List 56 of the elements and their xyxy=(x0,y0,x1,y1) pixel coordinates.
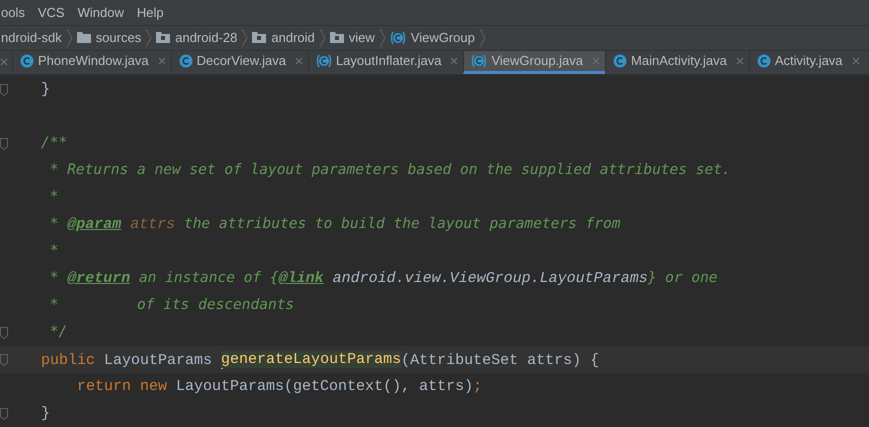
class-icon xyxy=(471,54,488,68)
class-icon xyxy=(756,54,771,68)
class-icon xyxy=(613,54,628,68)
fold-marker-icon[interactable] xyxy=(0,326,8,338)
code-line: /** xyxy=(41,135,68,152)
close-icon[interactable] xyxy=(0,58,8,66)
code-line: return new LayoutParams(getContext(), attrs); xyxy=(76,378,482,395)
class-icon xyxy=(316,54,332,68)
breadcrumb-item[interactable]: ndroid-sdk xyxy=(1,30,62,46)
menu-item[interactable]: Help xyxy=(136,4,164,20)
fold-marker-icon[interactable] xyxy=(0,84,8,96)
chevron-icon xyxy=(145,28,152,48)
close-icon[interactable] xyxy=(450,56,458,65)
breadcrumb-item[interactable]: android-28 xyxy=(156,30,238,46)
class-icon xyxy=(178,54,193,68)
close-icon[interactable] xyxy=(852,56,860,65)
code-line: * @return an instance of {@link android.view.ViewGroup.LayoutParams} or one xyxy=(48,270,718,287)
code-line: * @param attrs the attributes to build the layout parameters from xyxy=(48,216,620,233)
code-line: * xyxy=(48,243,58,260)
class-icon xyxy=(20,54,34,68)
file-tab[interactable]: PhoneWindow.java xyxy=(12,50,171,74)
code-line: * of its descendants xyxy=(48,297,294,314)
code-line: } xyxy=(41,81,50,98)
chevron-icon xyxy=(478,28,486,48)
file-tab[interactable]: Activity.java xyxy=(748,50,865,74)
code-line: * Returns a new set of layout parameters based on the supplied attributes set. xyxy=(48,162,731,179)
close-icon[interactable] xyxy=(592,56,600,65)
chevron-icon xyxy=(241,28,248,48)
breadcrumb-item[interactable]: android xyxy=(252,30,315,46)
code-line: public LayoutParams generateLayoutParams(AttributeSet attrs) { xyxy=(41,350,600,368)
menu-item[interactable]: ools xyxy=(1,4,25,20)
package-icon xyxy=(330,32,344,44)
close-icon[interactable] xyxy=(736,56,744,65)
close-icon[interactable] xyxy=(158,56,166,65)
class-icon xyxy=(390,30,406,45)
file-tab[interactable]: DecorView.java xyxy=(170,50,308,74)
chevron-icon xyxy=(318,28,326,48)
file-tab[interactable]: ViewGroup.java xyxy=(463,50,606,74)
close-icon[interactable] xyxy=(294,56,303,65)
folder-icon xyxy=(76,32,91,44)
code-line: } xyxy=(41,405,50,422)
chevron-icon xyxy=(378,28,386,48)
file-tab[interactable]: MainActivity.java xyxy=(605,50,749,74)
chevron-icon xyxy=(66,28,73,48)
code-line: */ xyxy=(48,324,68,341)
fold-marker-icon[interactable] xyxy=(0,354,8,366)
fold-marker-icon[interactable] xyxy=(0,138,8,150)
breadcrumb-item[interactable]: view xyxy=(330,30,375,46)
menu-item[interactable]: VCS xyxy=(38,4,65,20)
fold-marker-icon[interactable] xyxy=(0,408,8,420)
breadcrumb-item[interactable]: sources xyxy=(76,30,142,46)
code-line: * xyxy=(48,189,58,206)
package-icon xyxy=(156,32,170,44)
package-icon xyxy=(252,32,266,44)
breadcrumb-item[interactable]: ViewGroup xyxy=(390,30,475,46)
menu-item[interactable]: Window xyxy=(78,4,124,20)
